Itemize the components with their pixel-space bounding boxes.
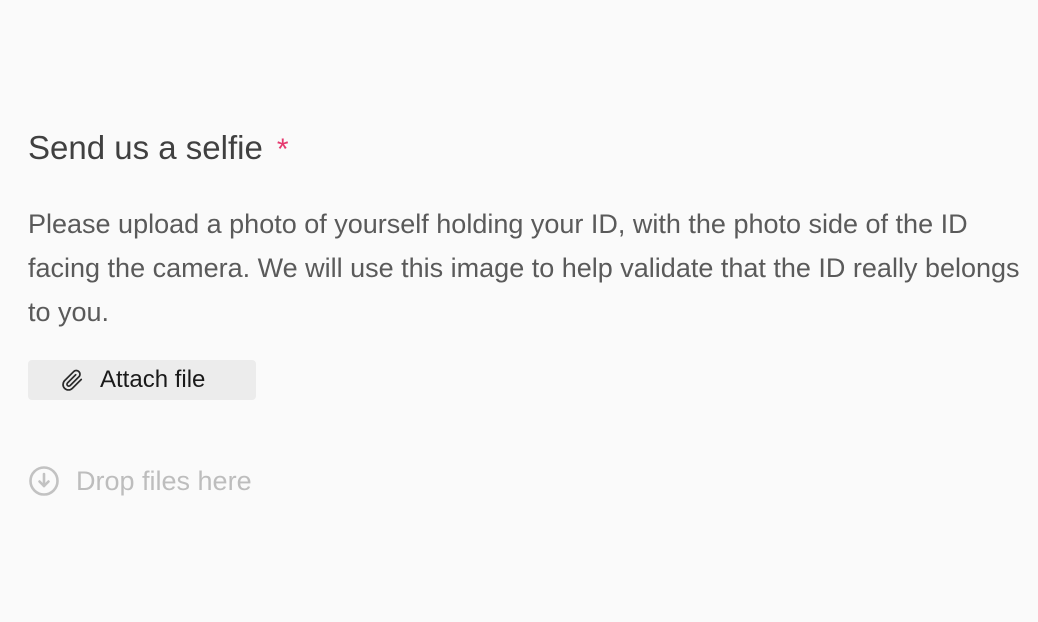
attach-file-label: Attach file bbox=[100, 366, 206, 393]
drop-files-label: Drop files here bbox=[76, 465, 252, 496]
download-circle-icon bbox=[28, 465, 60, 497]
drop-zone[interactable]: Drop files here bbox=[28, 465, 252, 497]
question-title-text: Send us a selfie bbox=[28, 129, 263, 166]
required-asterisk: * bbox=[276, 133, 289, 166]
question-description: Please upload a photo of yourself holdin… bbox=[28, 209, 1020, 327]
paperclip-icon bbox=[58, 366, 86, 394]
question-title: Send us a selfie * bbox=[28, 126, 1028, 172]
attach-file-button[interactable]: Attach file bbox=[28, 360, 256, 400]
file-upload-question: Send us a selfie * Please upload a photo … bbox=[28, 126, 1028, 400]
